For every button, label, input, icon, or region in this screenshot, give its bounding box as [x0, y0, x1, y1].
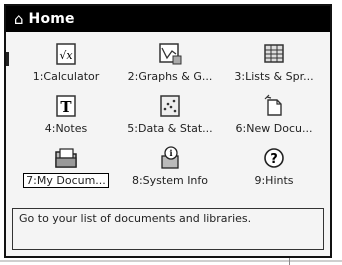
system-info-icon: i [156, 146, 184, 170]
app-new-document[interactable]: 6:New Docu... [222, 90, 326, 142]
graphs-icon [156, 42, 184, 66]
notes-icon: T [52, 94, 80, 118]
hints-icon: ? [260, 146, 288, 170]
data-stats-icon [156, 94, 184, 118]
app-label: 1:Calculator [32, 70, 100, 83]
app-label: 6:New Docu... [235, 122, 313, 135]
page-title: Home [28, 11, 75, 27]
app-label: 2:Graphs & G... [127, 70, 213, 83]
calculator-icon: √x [52, 42, 80, 66]
svg-text:i: i [169, 148, 172, 158]
app-my-documents[interactable]: 7:My Docum... [14, 142, 118, 194]
app-lists[interactable]: 3:Lists & Spr... [222, 38, 326, 90]
new-document-icon [260, 94, 288, 118]
app-graphs[interactable]: 2:Graphs & G... [118, 38, 222, 90]
app-calculator[interactable]: √x 1:Calculator [14, 38, 118, 90]
bottom-tick [289, 258, 290, 265]
app-hints[interactable]: ? 9:Hints [222, 142, 326, 194]
app-label: 4:Notes [44, 122, 88, 135]
app-label: 5:Data & Stat... [127, 122, 213, 135]
app-label: 8:System Info [131, 174, 209, 187]
title-bar: ⌂ Home [6, 6, 330, 32]
app-label-selected: 7:My Docum... [14, 173, 118, 188]
spreadsheet-icon [260, 42, 288, 66]
home-screen: ⌂ Home √x 1:Calculator 2:Graphs & G... 3… [4, 4, 332, 258]
app-data-stats[interactable]: 5:Data & Stat... [118, 90, 222, 142]
scroll-tab [6, 52, 9, 66]
status-description: Go to your list of documents and librari… [12, 208, 324, 250]
svg-text:T: T [60, 98, 72, 116]
app-grid: √x 1:Calculator 2:Graphs & G... 3:Lists … [14, 38, 326, 194]
folder-icon [52, 146, 80, 170]
app-system-info[interactable]: i 8:System Info [118, 142, 222, 194]
svg-text:?: ? [270, 152, 278, 167]
home-icon: ⌂ [14, 9, 24, 28]
app-label: 3:Lists & Spr... [234, 70, 314, 83]
bottom-divider [0, 260, 342, 262]
svg-text:√x: √x [59, 49, 73, 62]
app-label: 9:Hints [254, 174, 294, 187]
app-notes[interactable]: T 4:Notes [14, 90, 118, 142]
